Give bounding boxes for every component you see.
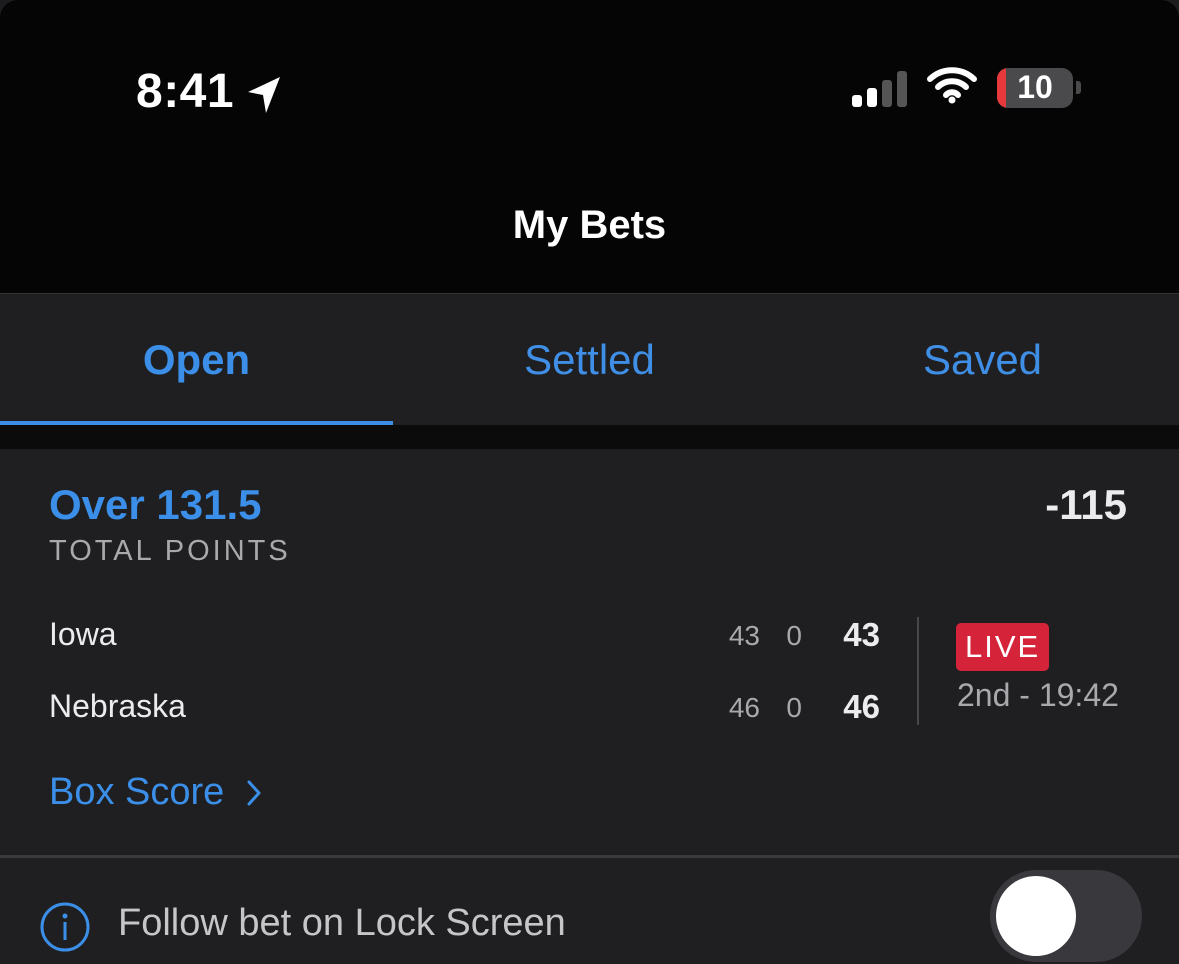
tab-settled[interactable]: Settled <box>393 294 786 426</box>
follow-bet-toggle[interactable] <box>990 870 1142 962</box>
iowa-total: 43 <box>843 616 880 653</box>
app-header: 8:41 10 My Bets <box>0 0 1179 293</box>
team-name-iowa: Iowa <box>49 616 117 652</box>
battery-icon: 10 <box>997 67 1081 108</box>
section-gap <box>0 425 1179 449</box>
bet-odds: -115 <box>1045 481 1127 528</box>
box-score-label: Box Score <box>49 771 225 813</box>
follow-bet-label: Follow bet on Lock Screen <box>118 902 566 944</box>
bet-market: TOTAL POINTS <box>49 535 291 567</box>
iowa-first-half: 43 <box>728 620 760 651</box>
battery-level: 10 <box>1017 69 1053 105</box>
nebraska-second-half: 0 <box>786 692 802 723</box>
nebraska-first-half: 46 <box>728 692 760 723</box>
tab-saved[interactable]: Saved <box>786 294 1179 426</box>
live-badge: LIVE <box>956 623 1050 671</box>
nebraska-total: 46 <box>843 688 880 725</box>
game-clock: 2nd - 19:42 <box>957 677 1119 713</box>
info-icon[interactable] <box>39 901 91 958</box>
status-icons: 10 <box>852 66 1081 109</box>
status-time-text: 8:41 <box>136 65 235 118</box>
team-name-nebraska: Nebraska <box>49 688 186 724</box>
wifi-icon <box>927 66 977 109</box>
box-score-link[interactable]: Box Score <box>49 771 262 814</box>
cellular-signal-icon <box>852 69 907 107</box>
bet-card[interactable]: Over 131.5 TOTAL POINTS -115 Iowa 43 0 4… <box>0 449 1179 855</box>
toggle-knob <box>996 876 1076 956</box>
tab-open[interactable]: Open <box>0 294 393 426</box>
page-title: My Bets <box>512 203 667 247</box>
bet-selection: Over 131.5 <box>49 481 262 528</box>
iowa-second-half: 0 <box>786 620 802 651</box>
follow-bet-row: Follow bet on Lock Screen <box>0 858 1179 964</box>
chevron-right-icon <box>247 780 261 805</box>
location-arrow-icon <box>246 72 282 113</box>
status-time: 8:41 <box>136 64 282 119</box>
score-divider <box>917 617 919 725</box>
bet-tabs: Open Settled Saved <box>0 293 1179 426</box>
